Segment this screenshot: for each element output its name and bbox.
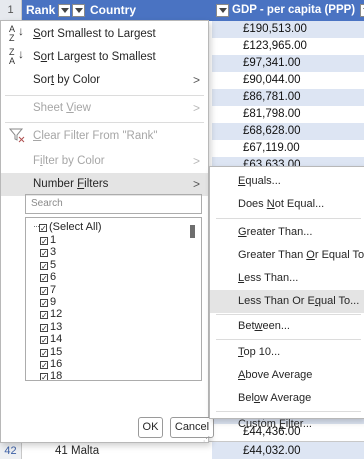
sort-descending-item[interactable]: Z A ↓ Sort Largest to Smallest	[1, 46, 208, 69]
chevron-right-icon: >	[192, 177, 200, 191]
checkmark-icon: ✓	[40, 348, 48, 358]
gdp-cell[interactable]: £44,032.00	[212, 442, 364, 459]
sort-ascending-item[interactable]: A Z ↓ Sort Smallest to Largest	[1, 23, 208, 46]
filter-dropdown: A Z ↓ Sort Smallest to Largest Z A ↓ Sort La…	[0, 20, 214, 443]
list-item-checkbox[interactable]: ✓ 13	[40, 321, 62, 334]
greater-than-or-equal-item[interactable]: Greater Than Or Equal To...	[210, 244, 364, 267]
above-average-item[interactable]: Above Average	[210, 364, 364, 387]
sort-ascending-icon: A Z ↓	[9, 24, 24, 43]
list-item-checkbox[interactable]: ✓ 16	[40, 358, 62, 371]
row-number: 42	[0, 442, 22, 459]
list-item-label: 1	[50, 234, 57, 246]
filter-value-list[interactable]: ✓ (Select All) ✓ 1 ✓ 3 ✓ 5 ✓ 6 ✓ 7 ✓ 9 ✓ 12 ✓ 13 ✓ 14 ✓ 15 ✓ 1…	[25, 217, 202, 381]
gdp-cell[interactable]: £68,628.00	[212, 123, 364, 140]
header-gdp-label: GDP - per capita (PPP)	[232, 4, 356, 16]
list-item-label: 16	[50, 358, 63, 370]
number-filters-item[interactable]: Number Filters >	[1, 173, 208, 196]
sheet-view-item: Sheet View >	[1, 97, 208, 120]
menu-divider	[216, 218, 361, 219]
list-item-checkbox[interactable]: ✓ 12	[40, 308, 62, 321]
custom-filter-item[interactable]: Custom Filter...	[210, 413, 364, 436]
search-input[interactable]: Search	[25, 194, 202, 214]
sort-by-color-item[interactable]: Sort by Color >	[1, 69, 208, 92]
list-item-label: 5	[50, 258, 57, 271]
list-scrollbar[interactable]	[190, 225, 195, 238]
list-item-checkbox[interactable]: ✓ 15	[40, 346, 62, 359]
below-average-item[interactable]: Below Average	[210, 387, 364, 410]
equals-item[interactable]: Equals...	[210, 170, 364, 193]
rank-country-cell[interactable]: 41 Malta	[22, 442, 212, 459]
list-item-checkbox[interactable]: ✓ 6	[40, 271, 56, 284]
menu-divider	[216, 339, 361, 340]
list-item-label: 18	[50, 370, 63, 381]
checkmark-icon: ✓	[40, 237, 48, 246]
chevron-right-icon: >	[192, 154, 200, 168]
list-item-label: 7	[50, 283, 57, 296]
checkmark-icon: ✓	[40, 261, 48, 271]
checkmark-icon: ✓	[40, 299, 48, 308]
resize-grip-icon[interactable]: ⋰	[203, 435, 210, 443]
table-header-row: 1 Rank Country GDP - per capita (PPP)	[0, 0, 364, 21]
header-country[interactable]: Country	[70, 0, 212, 21]
header-country-label: Country	[90, 3, 136, 17]
checkmark-icon: ✓	[40, 249, 48, 259]
list-item-label: 14	[50, 333, 63, 346]
country-filter-button[interactable]	[72, 4, 85, 17]
list-item-checkbox[interactable]: ✓ 7	[40, 284, 56, 297]
list-item-label: 3	[50, 246, 57, 259]
chevron-right-icon: >	[192, 73, 200, 87]
filter-by-color-item: Filter by Color >	[1, 150, 208, 173]
sort-descending-icon: Z A ↓	[9, 47, 24, 66]
gdp-cell[interactable]: £123,965.00	[212, 38, 364, 55]
list-item-label: 13	[50, 320, 63, 333]
list-item-label: 6	[50, 271, 57, 284]
gdp-cell[interactable]: £190,513.00	[212, 21, 364, 38]
less-than-item[interactable]: Less Than...	[210, 267, 364, 290]
header-gdp[interactable]: GDP - per capita (PPP)	[212, 0, 364, 21]
between-item[interactable]: Between...	[210, 315, 364, 338]
does-not-equal-item[interactable]: Does Not Equal...	[210, 193, 364, 216]
header-rank[interactable]: Rank	[22, 0, 71, 21]
less-than-or-equal-item[interactable]: Less Than Or Equal To...	[210, 290, 364, 313]
checkmark-icon: ✓	[39, 224, 47, 233]
table-row[interactable]: 42 41 Malta £44,032.00	[0, 441, 364, 459]
gdp-cell[interactable]: £81,798.00	[212, 106, 364, 123]
checkmark-icon: ✓	[40, 323, 48, 333]
list-item-checkbox[interactable]: ✓ 14	[40, 333, 62, 346]
list-item-checkbox[interactable]: ✓ 1	[40, 234, 56, 247]
row-number: 1	[0, 0, 22, 21]
checkmark-icon: ✓	[40, 286, 48, 296]
list-item-checkbox[interactable]: ✓ 5	[40, 259, 56, 272]
gdp-cell[interactable]: £86,781.00	[212, 89, 364, 106]
gdp-filter-button[interactable]	[216, 4, 229, 17]
greater-than-item[interactable]: Greater Than...	[210, 221, 364, 244]
select-all-checkbox[interactable]: ✓ (Select All)	[34, 221, 102, 234]
clear-filter-item: Clear Filter From "Rank"	[1, 125, 208, 148]
checkmark-icon: ✓	[40, 336, 48, 346]
chevron-right-icon: >	[192, 101, 200, 115]
number-filters-submenu: Equals... Does Not Equal... Greater Than…	[209, 166, 364, 430]
gdp-cell[interactable]: £90,044.00	[212, 72, 364, 89]
menu-divider	[5, 122, 204, 123]
gdp-cell[interactable]: £97,341.00	[212, 55, 364, 72]
checkmark-icon: ✓	[40, 274, 48, 284]
ok-button[interactable]: OK	[138, 417, 163, 438]
menu-divider	[5, 95, 204, 96]
list-item-label: 12	[50, 308, 63, 321]
gdp-filter-button-right[interactable]	[360, 4, 364, 17]
list-item-checkbox[interactable]: ✓ 18	[40, 370, 63, 381]
list-item-checkbox[interactable]: ✓ 3	[40, 246, 56, 259]
checkmark-icon: ✓	[40, 373, 48, 381]
clear-filter-icon	[8, 127, 25, 146]
top-10-item[interactable]: Top 10...	[210, 341, 364, 364]
list-item-checkbox[interactable]: ✓ 9	[40, 296, 56, 309]
checkmark-icon: ✓	[40, 361, 48, 370]
menu-divider	[216, 411, 361, 412]
checkmark-icon: ✓	[40, 311, 48, 321]
gdp-cell[interactable]: £67,119.00	[212, 140, 364, 157]
list-item-label: 15	[50, 345, 63, 358]
list-item-label: 9	[50, 296, 57, 308]
header-rank-label: Rank	[26, 3, 56, 17]
